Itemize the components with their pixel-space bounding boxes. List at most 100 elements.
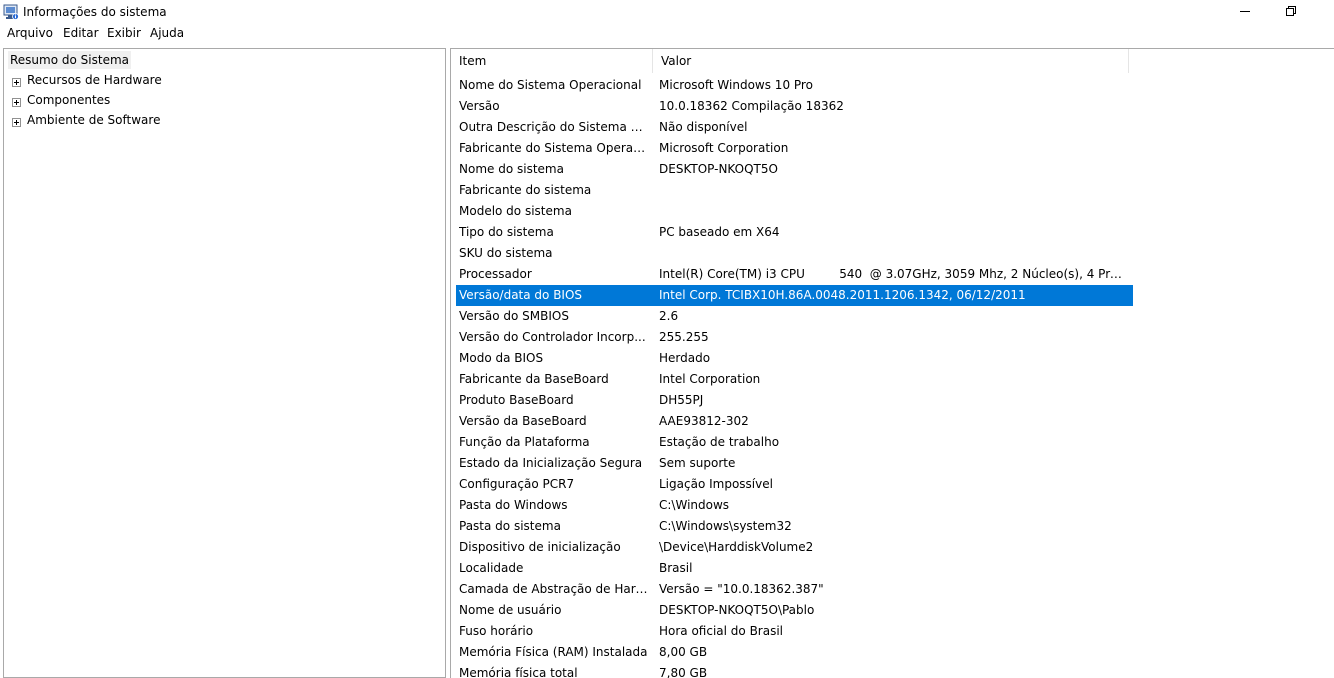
table-row[interactable]: Fuso horário Hora oficial do Brasil bbox=[456, 621, 1133, 642]
row-item-cell: SKU do sistema bbox=[459, 246, 553, 260]
title-bar: Informações do sistema bbox=[0, 0, 1334, 24]
row-item-cell: Memória física total bbox=[459, 666, 578, 678]
table-row[interactable]: Versão 10.0.18362 Compilação 18362 bbox=[456, 96, 1133, 117]
row-value-cell: Brasil bbox=[659, 561, 693, 575]
tree-item-label: Recursos de Hardware bbox=[27, 73, 162, 87]
menu-editar[interactable]: Editar bbox=[63, 25, 99, 41]
table-row[interactable]: Nome do Sistema Operacional Microsoft Win… bbox=[456, 75, 1133, 96]
table-row[interactable]: Versão/data do BIOS Intel Corp. TCIBX10H.… bbox=[456, 285, 1133, 306]
expand-plus-icon[interactable] bbox=[12, 76, 21, 87]
menu-exibir[interactable]: Exibir bbox=[107, 25, 141, 41]
row-item-cell: Pasta do Windows bbox=[459, 498, 568, 512]
row-item-cell: Nome do Sistema Operacional bbox=[459, 78, 642, 92]
tree-item-recursos-de-hardware[interactable]: Recursos de Hardware bbox=[12, 71, 162, 89]
row-value-cell bbox=[659, 180, 1129, 201]
row-item-cell: Estado da Inicialização Segura bbox=[459, 456, 643, 470]
column-header-item[interactable]: Item bbox=[451, 49, 653, 73]
row-value-cell: Sem suporte bbox=[659, 456, 736, 470]
row-item-cell: Outra Descrição do Sistema O... bbox=[459, 120, 651, 134]
row-value-cell: 2.6 bbox=[659, 309, 679, 323]
menu-bar: Arquivo Editar Exibir Ajuda bbox=[0, 24, 1334, 42]
row-item-cell: Tipo do sistema bbox=[459, 225, 554, 239]
row-value-cell: 7,80 GB bbox=[659, 666, 708, 678]
row-value-cell: 8,00 GB bbox=[659, 645, 708, 659]
row-item-cell: Configuração PCR7 bbox=[459, 477, 575, 491]
tree-item-resumo-do-sistema[interactable]: Resumo do Sistema bbox=[8, 51, 131, 69]
row-value-cell: Microsoft Corporation bbox=[659, 141, 789, 155]
column-header-valor[interactable]: Valor bbox=[653, 49, 1129, 73]
restore-button[interactable] bbox=[1268, 0, 1314, 24]
tree-item-label: Ambiente de Software bbox=[27, 113, 161, 127]
table-row[interactable]: Modelo do sistema bbox=[456, 201, 1133, 222]
expand-plus-icon[interactable] bbox=[12, 96, 21, 107]
row-item-cell: Nome do sistema bbox=[459, 162, 564, 176]
table-row[interactable]: Nome de usuário DESKTOP-NKOQT5O\Pablo bbox=[456, 600, 1133, 621]
restore-icon bbox=[1286, 5, 1296, 19]
table-row[interactable]: Outra Descrição do Sistema O... Não dispo… bbox=[456, 117, 1133, 138]
table-row[interactable]: Estado da Inicialização Segura Sem suport… bbox=[456, 453, 1133, 474]
minimize-icon bbox=[1240, 5, 1250, 19]
table-row[interactable]: SKU do sistema bbox=[456, 243, 1133, 264]
tree-item-ambiente-de-software[interactable]: Ambiente de Software bbox=[12, 111, 160, 129]
menu-arquivo[interactable]: Arquivo bbox=[7, 25, 53, 41]
table-row[interactable]: Dispositivo de inicialização \Device\Hard… bbox=[456, 537, 1133, 558]
table-row[interactable]: Nome do sistema DESKTOP-NKOQT5O bbox=[456, 159, 1133, 180]
list-rows: Nome do Sistema Operacional Microsoft Win… bbox=[451, 75, 1334, 678]
table-row[interactable]: Camada de Abstração de Hard... Versão = "… bbox=[456, 579, 1133, 600]
row-item-cell: Versão bbox=[459, 99, 500, 113]
minimize-button[interactable] bbox=[1222, 0, 1268, 24]
row-item-cell: Memória Física (RAM) Instalada bbox=[459, 645, 648, 659]
row-value-cell bbox=[659, 243, 1129, 264]
row-value-cell: DESKTOP-NKOQT5O bbox=[659, 162, 778, 176]
row-item-cell: Camada de Abstração de Hard... bbox=[459, 582, 651, 596]
table-row[interactable]: Pasta do sistema C:\Windows\system32 bbox=[456, 516, 1133, 537]
row-item-cell: Pasta do sistema bbox=[459, 519, 561, 533]
row-item-cell: Localidade bbox=[459, 561, 524, 575]
row-value-cell: C:\Windows bbox=[659, 498, 730, 512]
table-row[interactable]: Configuração PCR7 Ligação Impossível bbox=[456, 474, 1133, 495]
row-value-cell: 255.255 bbox=[659, 330, 709, 344]
category-tree[interactable]: Resumo do Sistema Recursos de Hardware C… bbox=[3, 48, 446, 678]
tree-item-componentes[interactable]: Componentes bbox=[12, 91, 110, 109]
table-row[interactable]: Fabricante do sistema bbox=[456, 180, 1133, 201]
row-item-cell: Função da Plataforma bbox=[459, 435, 590, 449]
row-value-cell: 10.0.18362 Compilação 18362 bbox=[659, 99, 844, 113]
row-value-cell: Versão = "10.0.18362.387" bbox=[659, 582, 824, 596]
table-row[interactable]: Pasta do Windows C:\Windows bbox=[456, 495, 1133, 516]
row-value-cell: Ligação Impossível bbox=[659, 477, 773, 491]
table-row[interactable]: Memória Física (RAM) Instalada 8,00 GB bbox=[456, 642, 1133, 663]
row-item-cell: Fabricante do Sistema Operaci... bbox=[459, 141, 651, 155]
row-value-cell: Intel Corp. TCIBX10H.86A.0048.2011.1206.… bbox=[659, 288, 1026, 302]
table-row[interactable]: Memória física total 7,80 GB bbox=[456, 663, 1133, 678]
row-item-cell: Nome de usuário bbox=[459, 603, 562, 617]
row-item-cell: Processador bbox=[459, 267, 532, 281]
menu-ajuda[interactable]: Ajuda bbox=[150, 25, 184, 41]
table-row[interactable]: Versão do SMBIOS 2.6 bbox=[456, 306, 1133, 327]
row-value-cell: Não disponível bbox=[659, 120, 748, 134]
system-info-icon bbox=[3, 4, 19, 20]
table-row[interactable]: Processador Intel(R) Core(TM) i3 CPU 540 … bbox=[456, 264, 1133, 285]
details-list[interactable]: Item Valor Nome do Sistema Operacional Mi… bbox=[450, 48, 1334, 678]
table-row[interactable]: Função da Plataforma Estação de trabalho bbox=[456, 432, 1133, 453]
row-item-cell: Dispositivo de inicialização bbox=[459, 540, 621, 554]
row-item-cell: Modelo do sistema bbox=[459, 204, 572, 218]
row-item-cell: Versão do SMBIOS bbox=[459, 309, 569, 323]
window-title: Informações do sistema bbox=[23, 5, 167, 19]
table-row[interactable]: Tipo do sistema PC baseado em X64 bbox=[456, 222, 1133, 243]
table-row[interactable]: Localidade Brasil bbox=[456, 558, 1133, 579]
table-row[interactable]: Versão do Controlador Incorp... 255.255 bbox=[456, 327, 1133, 348]
row-value-cell bbox=[659, 201, 1129, 222]
table-row[interactable]: Fabricante do Sistema Operaci... Microsof… bbox=[456, 138, 1133, 159]
expand-plus-icon[interactable] bbox=[12, 116, 21, 127]
row-item-cell: Produto BaseBoard bbox=[459, 393, 574, 407]
row-value-cell: C:\Windows\system32 bbox=[659, 519, 792, 533]
row-value-cell: \Device\HarddiskVolume2 bbox=[659, 540, 814, 554]
row-item-cell: Versão/data do BIOS bbox=[459, 288, 583, 302]
row-value-cell: Intel(R) Core(TM) i3 CPU 540 @ 3.07GHz, … bbox=[659, 267, 1129, 281]
table-row[interactable]: Fabricante da BaseBoard Intel Corporation bbox=[456, 369, 1133, 390]
row-value-cell: PC baseado em X64 bbox=[659, 225, 780, 239]
table-row[interactable]: Versão da BaseBoard AAE93812-302 bbox=[456, 411, 1133, 432]
table-row[interactable]: Modo da BIOS Herdado bbox=[456, 348, 1133, 369]
row-value-cell: Herdado bbox=[659, 351, 711, 365]
table-row[interactable]: Produto BaseBoard DH55PJ bbox=[456, 390, 1133, 411]
